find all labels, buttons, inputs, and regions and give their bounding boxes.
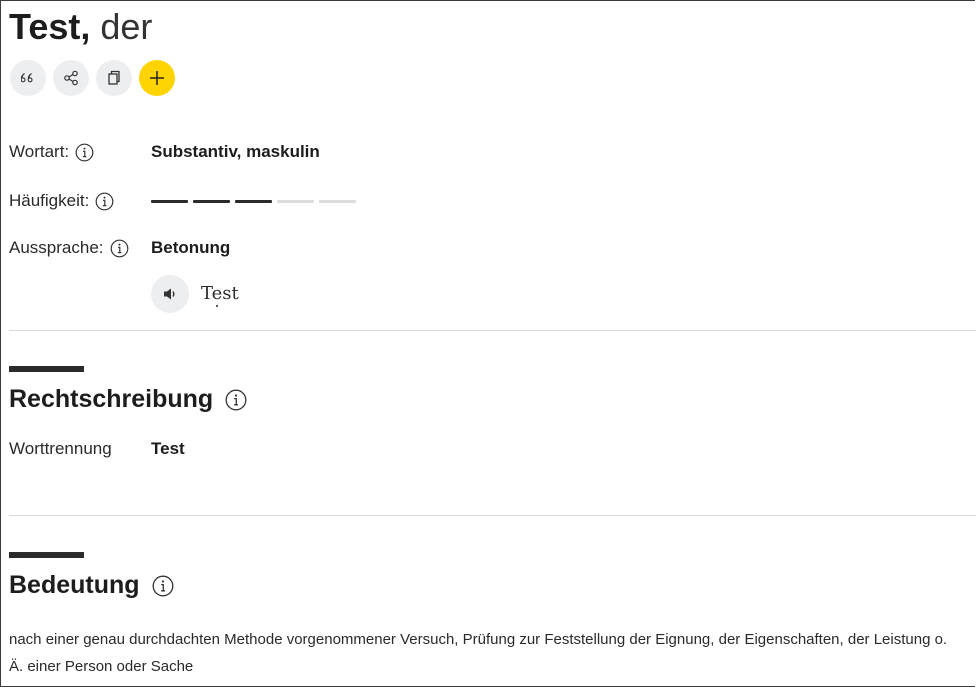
wortart-row: Wortart: bbox=[9, 142, 94, 162]
share-button[interactable] bbox=[53, 60, 89, 96]
worttrennung-label: Worttrennung bbox=[9, 439, 112, 458]
rechtschreibung-heading: Rechtschreibung bbox=[9, 385, 247, 414]
bedeutung-text: nach einer genau durchdachten Methode vo… bbox=[9, 631, 948, 675]
info-icon[interactable] bbox=[95, 192, 114, 211]
haeufigkeit-row: Häufigkeit: bbox=[9, 191, 114, 211]
speaker-icon bbox=[164, 288, 175, 300]
pronunciation-stressed-vowel: e bbox=[211, 283, 223, 304]
bedeutung-title: Bedeutung bbox=[9, 571, 140, 599]
frequency-segment bbox=[319, 200, 356, 203]
quote-icon bbox=[21, 73, 33, 83]
section-divider bbox=[9, 330, 976, 331]
betonung-label: Betonung bbox=[151, 238, 231, 257]
info-icon[interactable] bbox=[110, 239, 129, 258]
action-bar bbox=[10, 60, 175, 96]
share-icon bbox=[64, 70, 78, 86]
frequency-segment bbox=[235, 200, 272, 203]
frequency-segment bbox=[193, 200, 230, 203]
entry-lemma: Test, bbox=[9, 6, 91, 47]
copy-icon bbox=[108, 70, 120, 85]
add-button[interactable] bbox=[139, 60, 175, 96]
section-bar bbox=[9, 366, 84, 372]
wortart-value: Substantiv, maskulin bbox=[151, 142, 320, 161]
aussprache-label: Aussprache: bbox=[9, 238, 104, 257]
section-bar bbox=[9, 552, 84, 558]
info-icon[interactable] bbox=[152, 575, 174, 597]
entry-article: der bbox=[100, 6, 153, 47]
wortart-label: Wortart: bbox=[9, 142, 70, 161]
pronunciation-prefix: T bbox=[201, 283, 212, 304]
frequency-meter bbox=[151, 200, 356, 203]
info-icon[interactable] bbox=[225, 389, 247, 411]
worttrennung-value: Test bbox=[151, 439, 185, 458]
play-pronunciation-button[interactable] bbox=[151, 275, 189, 313]
bedeutung-heading: Bedeutung bbox=[9, 571, 174, 600]
haeufigkeit-label: Häufigkeit: bbox=[9, 191, 90, 210]
frequency-segment bbox=[277, 200, 314, 203]
copy-button[interactable] bbox=[96, 60, 132, 96]
plus-icon bbox=[150, 71, 164, 85]
aussprache-row: Aussprache: bbox=[9, 238, 129, 258]
rechtschreibung-title: Rechtschreibung bbox=[9, 385, 214, 413]
pronunciation-text: Test bbox=[201, 283, 239, 304]
info-icon[interactable] bbox=[75, 143, 94, 162]
worttrennung-row: Worttrennung bbox=[9, 439, 112, 459]
pronunciation-suffix: st bbox=[222, 283, 239, 304]
frequency-segment bbox=[151, 200, 188, 203]
page-title: Test, der bbox=[9, 6, 152, 48]
section-divider bbox=[9, 515, 976, 516]
quote-button[interactable] bbox=[10, 60, 46, 96]
